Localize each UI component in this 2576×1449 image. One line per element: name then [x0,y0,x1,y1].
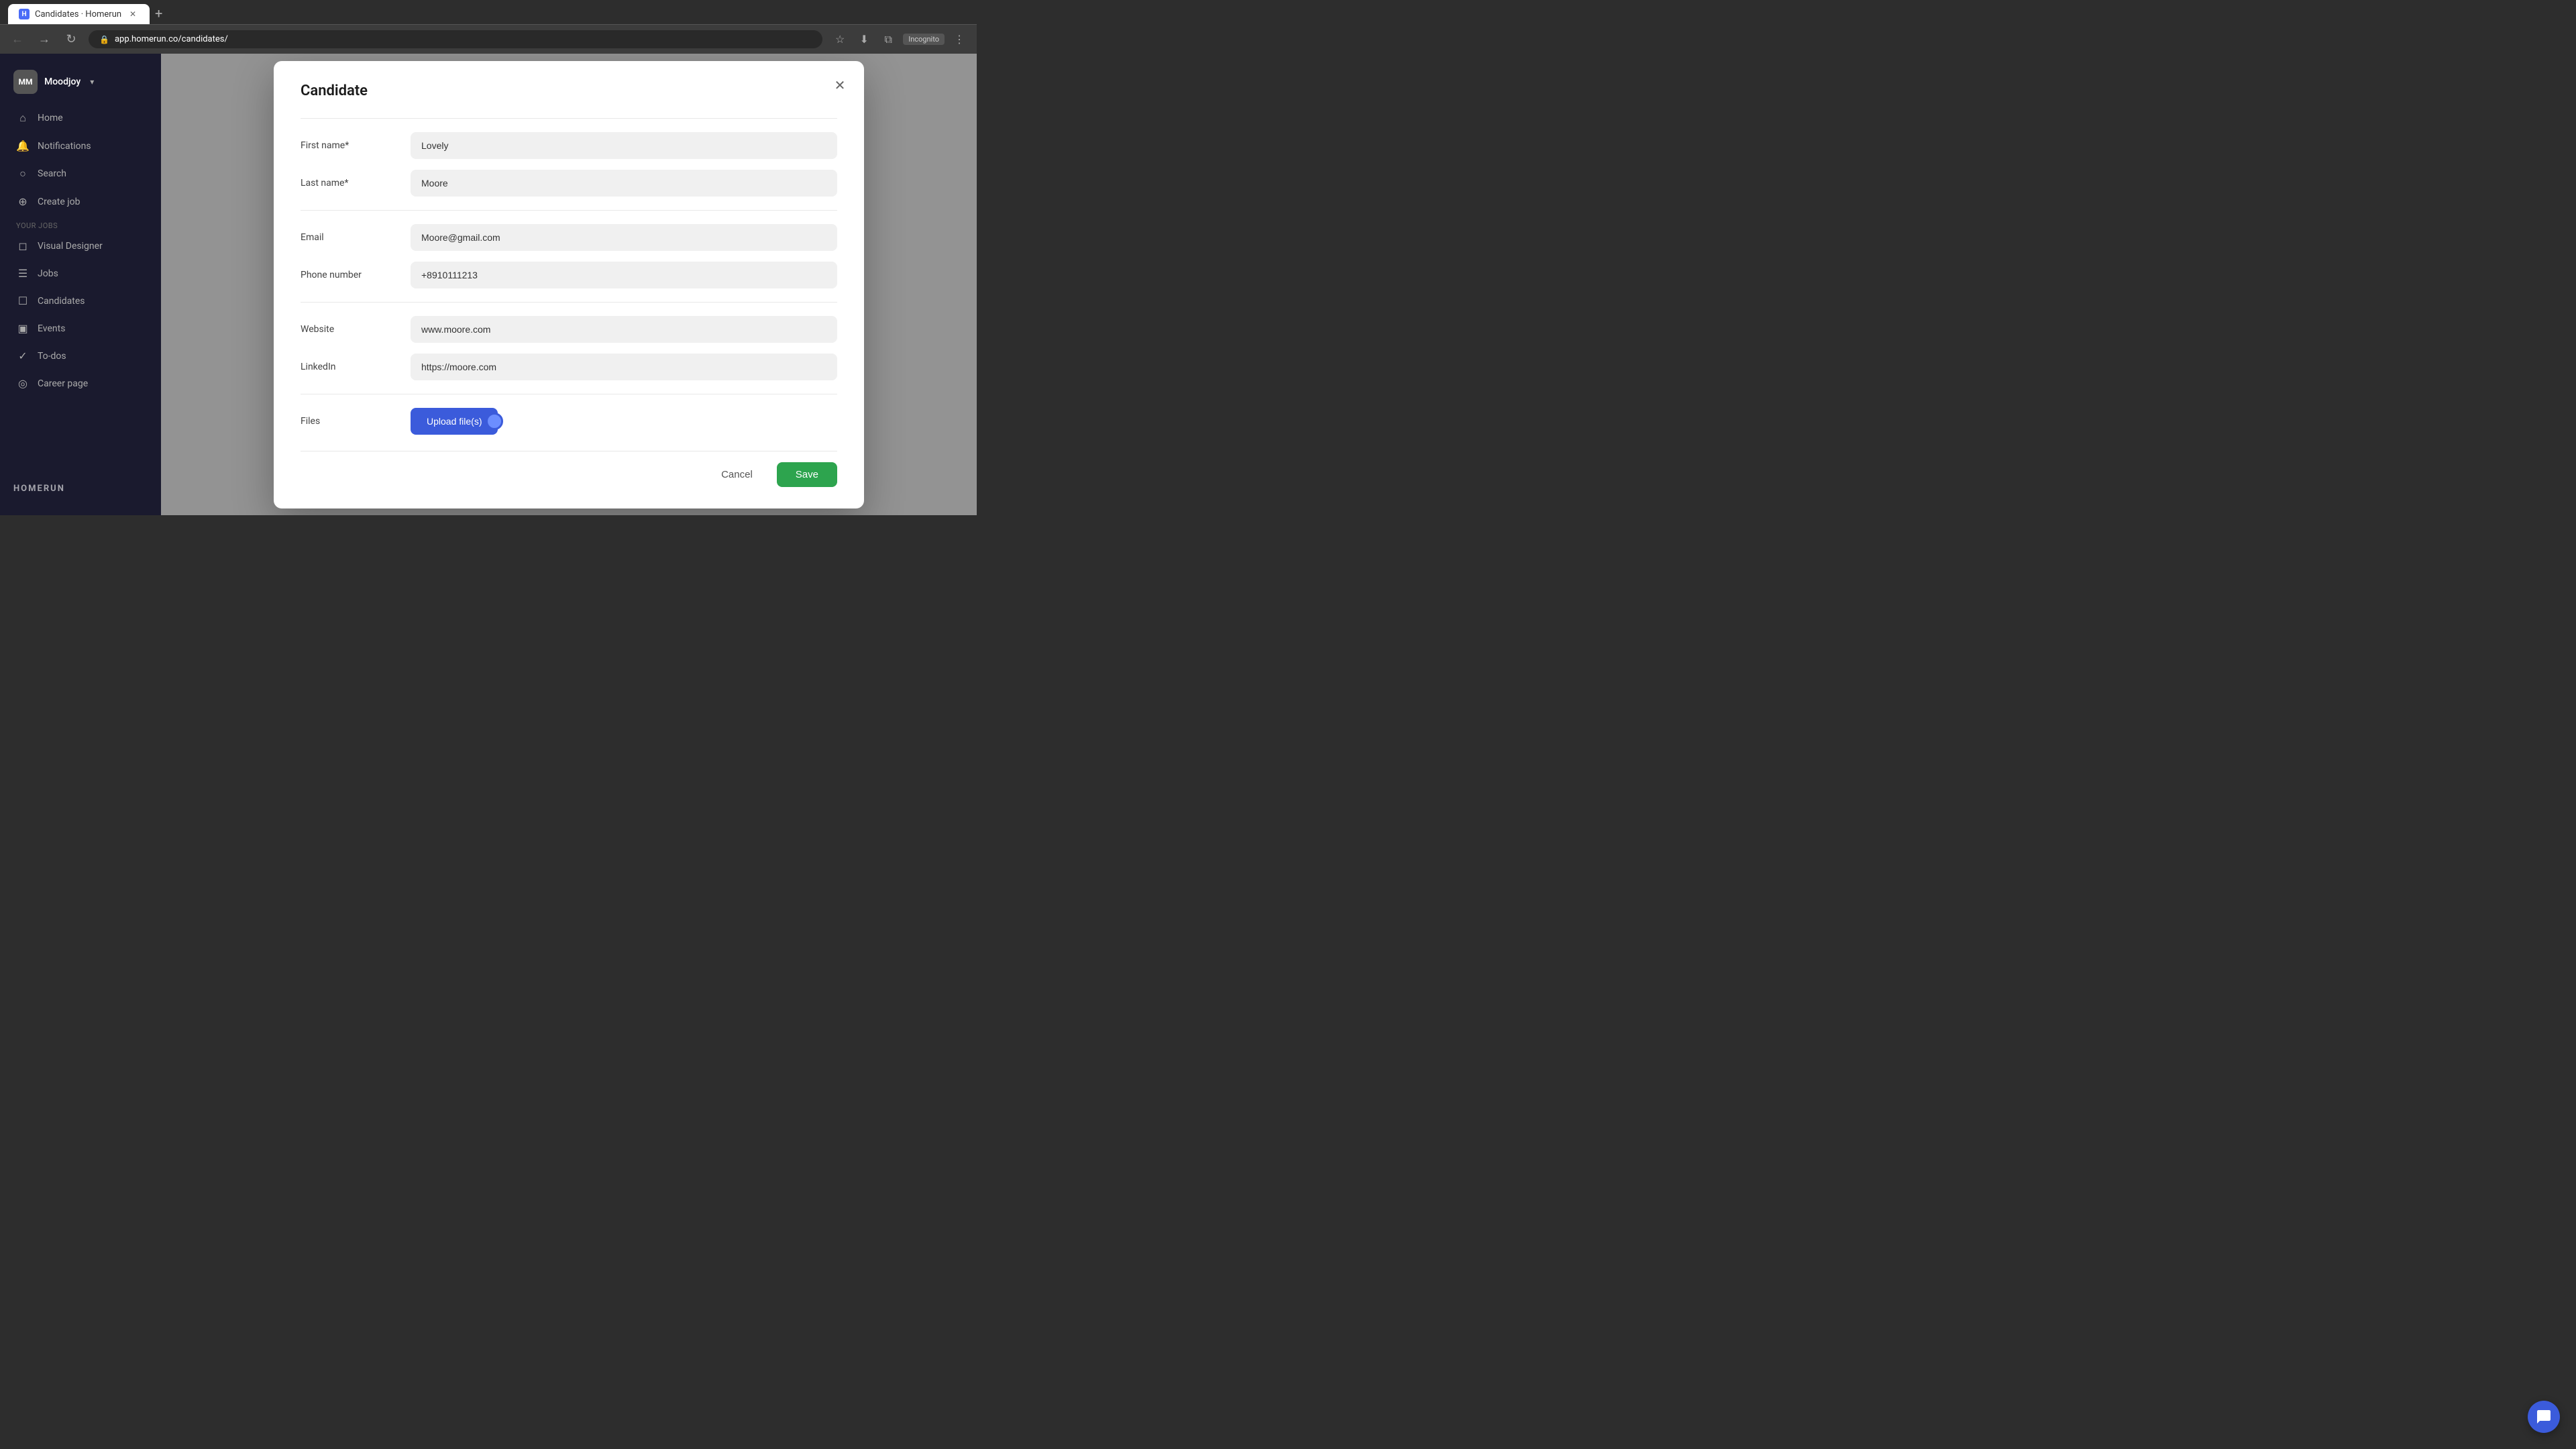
first-name-row: First name [301,132,837,159]
last-name-input[interactable] [411,170,837,197]
jobs-icon: ☰ [16,267,30,280]
email-label: Email [301,232,394,243]
url-text: app.homerun.co/candidates/ [115,34,812,44]
website-label: Website [301,324,394,335]
sidebar-item-events[interactable]: ▣ Events [8,315,153,341]
sidebar-todos-label: To-dos [38,351,66,362]
cancel-button[interactable]: Cancel [708,462,766,487]
chat-icon [2536,1409,2552,1425]
sidebar-item-jobs[interactable]: ☰ Jobs [8,260,153,286]
first-name-label: First name [301,140,394,151]
split-screen-button[interactable]: ⧉ [879,30,898,49]
bell-icon: 🔔 [16,140,30,152]
website-row: Website [301,316,837,343]
user-avatar: MM [13,70,38,94]
browser-actions: ☆ ⬇ ⧉ Incognito ⋮ [830,30,969,49]
modal-overlay[interactable]: Candidate ✕ First name Last name [161,54,977,515]
sidebar-nav: ⌂ Home 🔔 Notifications ○ Search ⊕ Create… [0,105,161,473]
modal-footer: Cancel Save [301,451,837,487]
sidebar-visual-designer-label: Visual Designer [38,241,103,252]
sidebar-jobs-label: Jobs [38,268,58,279]
files-section: Files Upload file(s) [301,394,837,435]
sidebar-item-candidates[interactable]: ☐ Candidates [8,288,153,314]
plus-circle-icon: ⊕ [16,195,30,208]
sidebar-item-create-job[interactable]: ⊕ Create job [8,189,153,215]
linkedin-input[interactable] [411,354,837,380]
address-bar[interactable]: 🔒 app.homerun.co/candidates/ [89,30,822,48]
page-area: Candidate ✕ First name Last name [161,54,977,515]
active-tab[interactable]: H Candidates · Homerun ✕ [8,4,150,24]
phone-label: Phone number [301,270,394,280]
bookmark-button[interactable]: ☆ [830,30,849,49]
reload-button[interactable]: ↻ [62,30,80,49]
upload-button-label: Upload file(s) [427,416,482,427]
sidebar: MM Moodjoy ▾ ⌂ Home 🔔 Notifications ○ Se… [0,54,161,515]
sidebar-create-job-label: Create job [38,197,80,207]
modal-close-button[interactable]: ✕ [829,74,851,96]
linkedin-label: LinkedIn [301,362,394,372]
linkedin-row: LinkedIn [301,354,837,380]
search-icon: ○ [16,167,30,180]
sidebar-user[interactable]: MM Moodjoy ▾ [0,64,161,105]
tab-favicon: H [19,9,30,19]
tab-title: Candidates · Homerun [35,9,121,19]
new-tab-button[interactable]: + [150,3,168,24]
back-button[interactable]: ← [8,30,27,49]
user-name: Moodjoy [44,76,80,87]
sidebar-notifications-label: Notifications [38,141,91,152]
sidebar-item-search[interactable]: ○ Search [8,160,153,187]
todos-icon: ✓ [16,350,30,362]
main-content: MM Moodjoy ▾ ⌂ Home 🔔 Notifications ○ Se… [0,54,977,515]
events-icon: ▣ [16,322,30,335]
files-row: Files Upload file(s) [301,408,837,435]
modal-title: Candidate [301,83,837,99]
address-bar-row: ← → ↻ 🔒 app.homerun.co/candidates/ ☆ ⬇ ⧉… [0,24,977,54]
menu-button[interactable]: ⋮ [950,30,969,49]
contact-section: Email Phone number [301,210,837,288]
job-icon: ◻ [16,239,30,252]
sidebar-search-label: Search [38,168,66,179]
download-button[interactable]: ⬇ [855,30,873,49]
candidates-icon: ☐ [16,294,30,307]
files-label: Files [301,416,394,427]
sidebar-item-visual-designer[interactable]: ◻ Visual Designer [8,233,153,259]
tab-close-button[interactable]: ✕ [127,8,139,20]
phone-input[interactable] [411,262,837,288]
chat-bubble-button[interactable] [2528,1401,2560,1433]
candidate-modal: Candidate ✕ First name Last name [274,61,864,508]
phone-row: Phone number [301,262,837,288]
email-row: Email [301,224,837,251]
tab-bar: H Candidates · Homerun ✕ + [0,0,977,24]
upload-files-button[interactable]: Upload file(s) [411,408,498,435]
social-section: Website LinkedIn [301,302,837,380]
user-chevron-icon: ▾ [90,77,94,87]
lock-icon: 🔒 [99,35,109,44]
home-icon: ⌂ [16,111,30,125]
last-name-label: Last name [301,178,394,189]
sidebar-item-career-page[interactable]: ◎ Career page [8,370,153,396]
sidebar-home-label: Home [38,113,63,123]
sidebar-item-home[interactable]: ⌂ Home [8,105,153,131]
sidebar-career-page-label: Career page [38,378,88,389]
career-page-icon: ◎ [16,377,30,390]
sidebar-events-label: Events [38,323,65,334]
sidebar-logo: HOMERUN [0,473,161,504]
website-input[interactable] [411,316,837,343]
email-input[interactable] [411,224,837,251]
name-section: First name Last name [301,118,837,197]
sidebar-section-label: YOUR JOBS [8,216,153,233]
first-name-input[interactable] [411,132,837,159]
sidebar-item-notifications[interactable]: 🔔 Notifications [8,133,153,159]
sidebar-candidates-label: Candidates [38,296,85,307]
forward-button[interactable]: → [35,30,54,49]
incognito-badge: Incognito [903,34,945,45]
save-button[interactable]: Save [777,462,837,487]
last-name-row: Last name [301,170,837,197]
sidebar-item-todos[interactable]: ✓ To-dos [8,343,153,369]
